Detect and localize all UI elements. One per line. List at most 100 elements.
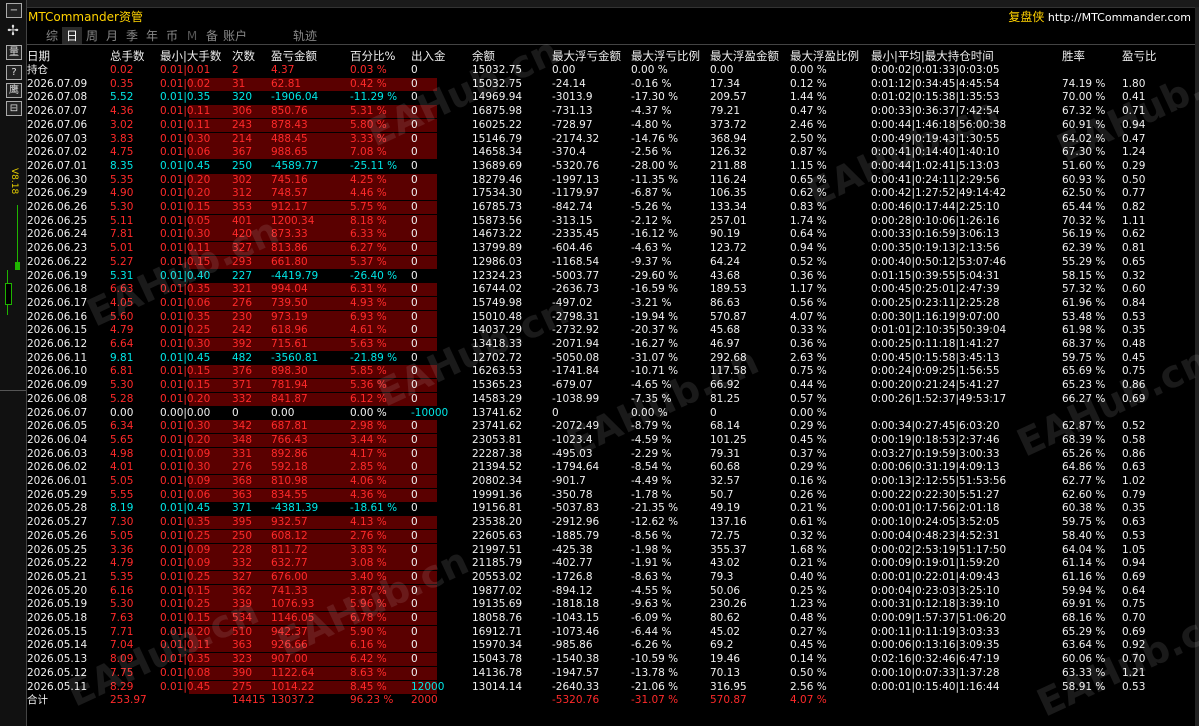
table-row[interactable]: 2026.05.20 6.16 0.01|0.15 362 741.33 3.87 % 0 1… (27, 584, 1195, 598)
cell-max-float-profit-pct: 0.57 % (790, 392, 827, 405)
tab-3[interactable]: 月 (102, 27, 122, 44)
table-row[interactable]: 2026.06.09 5.30 0.01|0.15 371 781.94 5.36 % 0 1… (27, 379, 1195, 393)
table-row[interactable]: 2026.05.26 5.05 0.01|0.25 250 608.12 2.76 % 0 2… (27, 529, 1195, 543)
table-row[interactable]: 2026.06.05 6.34 0.01|0.30 342 687.81 2.98 % 0 2… (27, 420, 1195, 434)
table-row[interactable]: 2026.06.10 6.81 0.01|0.15 376 898.30 5.85 % 0 1… (27, 365, 1195, 379)
panel-divider (0, 390, 26, 391)
table-row[interactable]: 2026.07.06 3.02 0.01|0.11 243 878.43 5.80 % 0 1… (27, 118, 1195, 132)
table-row[interactable]: 2026.06.07 0.00 0.00|0.00 0 0.00 0.00 % -10000… (27, 407, 1195, 420)
table-row[interactable]: 2026.05.25 3.36 0.01|0.09 228 811.72 3.83 % 0 2… (27, 543, 1195, 557)
tab-10[interactable]: 轨迹 (290, 27, 320, 44)
table-row[interactable]: 2026.06.24 7.81 0.01|0.30 420 873.33 6.33 % 0 1… (27, 228, 1195, 242)
column-header-pnl-amount[interactable]: 盈亏金额 (271, 50, 317, 63)
table-row[interactable]: 2026.06.02 4.01 0.01|0.30 276 592.18 2.85 % 0 2… (27, 461, 1195, 475)
cell-pnl-percent: 4.17 % (350, 447, 387, 460)
window-icon[interactable]: ⊟ (6, 101, 22, 116)
table-row[interactable]: 2026.07.07 4.36 0.01|0.11 306 850.76 5.31 % 0 1… (27, 105, 1195, 119)
table-row[interactable]: 2026.05.11 8.29 0.01|0.45 275 1014.22 8.45 % 1… (27, 680, 1195, 694)
cell-total-lots: 6.34 (110, 420, 134, 433)
tab-4[interactable]: 季 (122, 27, 142, 44)
table-row[interactable]: 2026.06.19 5.31 0.01|0.40 227 -4419.79 -26.40… (27, 270, 1195, 283)
column-header-win-rate[interactable]: 胜率 (1062, 50, 1085, 63)
cell-deposit-withdraw: 0 (411, 351, 418, 364)
table-row[interactable]: 2026.05.18 7.63 0.01|0.15 534 1146.05 6.78 % 0… (27, 612, 1195, 625)
table-row[interactable]: 2026.06.01 5.05 0.01|0.09 368 810.98 4.06 % 0 2… (27, 475, 1195, 488)
tab-1[interactable]: 日 (62, 27, 82, 44)
column-header-total-lots[interactable]: 总手数 (110, 50, 145, 63)
brand[interactable]: 复盘侠 http://MTCommander.com (1008, 8, 1191, 25)
column-header-max-float-loss[interactable]: 最大浮亏金额 (552, 50, 621, 63)
crosshair-icon[interactable]: ✢ (6, 24, 20, 38)
table-row[interactable]: 2026.06.22 5.27 0.01|0.15 293 661.80 5.37 % 0 1… (27, 255, 1195, 269)
table-row[interactable]: 2026.06.04 5.65 0.01|0.20 348 766.43 3.44 % 0 2… (27, 433, 1195, 447)
cell-max-float-loss: -985.86 (552, 639, 593, 652)
total-max-float-profit-pct: 4.07 % (790, 694, 827, 707)
table-row[interactable]: 2026.06.17 4.05 0.01|0.06 276 739.50 4.93 % 0 1… (27, 296, 1195, 310)
table-row[interactable]: 2026.06.12 6.64 0.01|0.30 392 715.61 5.63 % 0 1… (27, 338, 1195, 351)
table-row[interactable]: 2026.05.21 5.35 0.01|0.25 327 676.00 3.40 % 0 2… (27, 570, 1195, 584)
table-row[interactable]: 2026.06.11 9.81 0.01|0.45 482 -3560.81 -21.89… (27, 352, 1195, 365)
cell-date: 2026.06.17 (27, 296, 88, 309)
table-row[interactable]: 2026.07.02 4.75 0.01|0.06 367 988.65 7.08 % 0 1… (27, 146, 1195, 160)
tab-5[interactable]: 年 (142, 27, 162, 44)
tab-2[interactable]: 周 (82, 27, 102, 44)
table-row[interactable]: 2026.05.19 5.30 0.01|0.25 339 1076.93 5.96 % 0… (27, 598, 1195, 612)
table-row[interactable]: 2026.05.14 7.04 0.01|0.11 363 926.66 6.16 % 0 1… (27, 639, 1195, 653)
table-row[interactable]: 2026.07.01 8.35 0.01|0.45 250 -4589.77 -25.11… (27, 160, 1195, 173)
table-row[interactable]: 2026.05.13 8.09 0.01|0.35 323 907.00 6.42 % 0 1… (27, 653, 1195, 667)
table-row[interactable]: 2026.06.15 4.79 0.01|0.25 242 618.96 4.61 % 0 1… (27, 324, 1195, 338)
cell-deposit-withdraw: 0 (411, 639, 418, 652)
table-row[interactable]: 2026.05.29 5.55 0.01|0.06 363 834.55 4.36 % 0 1… (27, 488, 1195, 502)
table-row[interactable]: 2026.05.27 7.30 0.01|0.35 395 932.57 4.13 % 0 2… (27, 516, 1195, 530)
tab-8[interactable]: 备 (202, 27, 222, 44)
column-header-balance[interactable]: 余额 (472, 50, 495, 63)
chart-icon[interactable]: 量 (6, 45, 22, 60)
table-row[interactable]: 2026.06.03 4.98 0.01|0.09 331 892.86 4.17 % 0 2… (27, 447, 1195, 461)
table-row[interactable]: 2026.07.03 3.83 0.01|0.30 214 488.45 3.33 % 0 1… (27, 132, 1195, 146)
table-row[interactable]: 2026.06.30 5.35 0.01|0.20 302 745.16 4.25 % 0 1… (27, 173, 1195, 187)
column-header-trade-count[interactable]: 次数 (232, 50, 255, 63)
column-header-pnl-ratio[interactable]: 盈亏比 (1122, 50, 1157, 63)
column-header-max-float-loss-pct[interactable]: 最大浮亏比例 (631, 50, 700, 63)
column-header-date[interactable]: 日期 (27, 50, 50, 63)
column-header-hold-time[interactable]: 最小|平均|最大持仓时间 (871, 50, 994, 63)
strategy-icon[interactable]: 鹰 (6, 83, 22, 98)
row-highlight (189, 379, 437, 393)
tab-7[interactable]: M (182, 29, 202, 43)
minimize-icon[interactable]: − (6, 3, 22, 18)
cell-total-lots: 5.01 (110, 242, 134, 255)
column-header-pnl-percent[interactable]: 百分比% (350, 50, 395, 63)
column-header-deposit-withdraw[interactable]: 出入金 (411, 50, 446, 63)
table-row[interactable]: 2026.06.25 5.11 0.01|0.05 401 1200.34 8.18 % 0… (27, 214, 1195, 228)
tab-0[interactable]: 综 (42, 27, 62, 44)
cell-max-float-loss-pct: -8.63 % (631, 570, 672, 583)
table-row[interactable]: 2026.07.09 0.35 0.01|0.02 31 62.81 0.42 % 0 150… (27, 77, 1195, 91)
table-row[interactable]: 2026.06.26 5.30 0.01|0.15 353 912.17 5.75 % 0 1… (27, 201, 1195, 214)
tab-6[interactable]: 币 (162, 27, 182, 44)
cell-balance: 18058.76 (472, 612, 523, 624)
table-row[interactable]: 2026.05.12 7.75 0.01|0.08 390 1122.64 8.63 % 0… (27, 666, 1195, 680)
cell-total-lots: 4.79 (110, 557, 134, 570)
cell-hold-time: 0:00:10|0:24:05|3:52:05 (871, 516, 1000, 529)
table-row[interactable]: 2026.06.18 6.63 0.01|0.35 321 994.04 6.31 % 0 1… (27, 283, 1195, 297)
table-row[interactable]: 2026.06.08 5.28 0.01|0.20 332 841.87 6.12 % 0 1… (27, 392, 1195, 406)
cell-trade-count: 312 (232, 187, 253, 200)
row-highlight (189, 132, 437, 146)
cell-pnl-percent: 5.63 % (350, 338, 387, 350)
scrollbar[interactable] (1195, 7, 1199, 726)
table-row[interactable]: 持仓 0.02 0.01|0.01 2 4.37 0.03 % 0 15032.75 0.00 0… (27, 64, 1195, 77)
table-row[interactable]: 2026.06.16 5.60 0.01|0.35 230 973.19 6.93 % 0 1… (27, 310, 1195, 324)
table-row[interactable]: 2026.07.08 5.52 0.01|0.35 320 -1906.04 -11.29… (27, 91, 1195, 104)
tab-9[interactable]: 账户 (222, 27, 248, 44)
column-header-min-max-lots[interactable]: 最小|大手数 (160, 50, 221, 63)
table-row[interactable]: 2026.05.15 7.71 0.01|0.20 510 942.37 5.90 % 0 1… (27, 625, 1195, 639)
table-row[interactable]: 2026.06.23 5.01 0.01|0.11 327 813.86 6.27 % 0 1… (27, 242, 1195, 256)
column-header-max-float-profit-pct[interactable]: 最大浮盈比例 (790, 50, 859, 63)
cell-pnl-percent: -11.29 % (350, 91, 398, 104)
table-row[interactable]: 2026.06.29 4.90 0.01|0.20 312 748.57 4.46 % 0 1… (27, 187, 1195, 201)
table-row[interactable]: 2026.05.22 4.79 0.01|0.09 332 632.77 3.08 % 0 2… (27, 557, 1195, 571)
help-icon[interactable]: ? (6, 65, 22, 80)
brand-url[interactable]: http://MTCommander.com (1048, 11, 1191, 24)
table-row[interactable]: 2026.05.28 8.19 0.01|0.45 371 -4381.39 -18.61… (27, 502, 1195, 515)
column-header-max-float-profit[interactable]: 最大浮盈金额 (710, 50, 779, 63)
